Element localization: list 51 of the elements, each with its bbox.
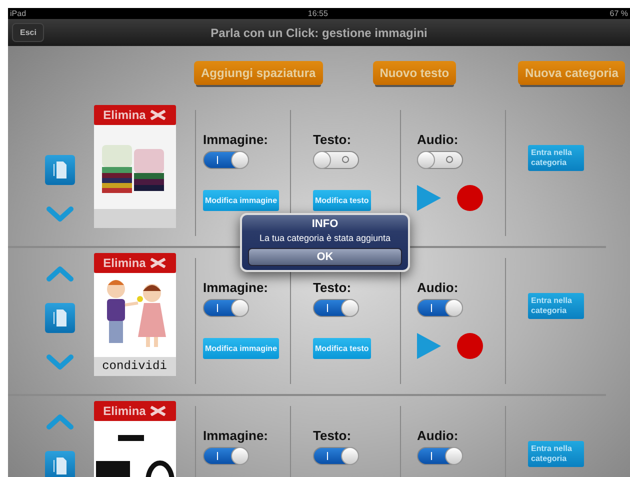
delete-button[interactable]: Elimina bbox=[94, 253, 176, 273]
image-label: Immagine: bbox=[203, 280, 270, 295]
battery-level: 67 % bbox=[610, 9, 628, 18]
audio-label: Audio: bbox=[417, 428, 460, 443]
record-icon[interactable] bbox=[457, 333, 483, 359]
audio-label: Audio: bbox=[417, 280, 460, 295]
delete-button[interactable]: Elimina bbox=[94, 401, 176, 421]
text-label: Testo: bbox=[313, 132, 352, 147]
toggle-switch[interactable] bbox=[203, 447, 249, 465]
copy-button[interactable] bbox=[45, 155, 75, 185]
dialog-message: La tua categoria è stata aggiunta bbox=[259, 233, 391, 243]
image-label: Immagine: bbox=[203, 428, 270, 443]
audio-label: Audio: bbox=[417, 132, 460, 147]
enter-category-button[interactable]: Entra nella categoria bbox=[528, 441, 584, 467]
toggle-switch[interactable] bbox=[203, 299, 249, 317]
toggle-switch[interactable] bbox=[313, 447, 359, 465]
copy-icon bbox=[53, 161, 67, 179]
edit-image-button[interactable]: Modifica immagine bbox=[203, 338, 280, 359]
image-caption: condividi bbox=[102, 358, 167, 375]
delete-button[interactable]: Elimina bbox=[94, 105, 176, 125]
clock: 16:55 bbox=[308, 9, 328, 18]
toggle-switch[interactable] bbox=[313, 299, 359, 317]
cross-icon bbox=[150, 406, 166, 416]
device-label: iPad bbox=[10, 9, 26, 18]
dialog-title: INFO bbox=[312, 218, 338, 230]
toggle-switch[interactable] bbox=[417, 447, 463, 465]
toolbar-button[interactable]: Nuova categoria bbox=[518, 61, 626, 85]
copy-button[interactable] bbox=[45, 451, 75, 477]
cross-icon bbox=[150, 110, 166, 120]
toggle-switch[interactable] bbox=[203, 151, 249, 169]
edit-image-button[interactable]: Modifica immagine bbox=[203, 190, 280, 211]
copy-icon bbox=[53, 309, 67, 327]
image-label: Immagine: bbox=[203, 132, 270, 147]
text-label: Testo: bbox=[313, 428, 352, 443]
copy-button[interactable] bbox=[45, 303, 75, 333]
enter-category-button[interactable]: Entra nella categoria bbox=[528, 293, 584, 319]
edit-text-button[interactable]: Modifica testo bbox=[313, 190, 371, 211]
cross-icon bbox=[150, 258, 166, 268]
toggle-switch[interactable] bbox=[313, 151, 359, 169]
toggle-switch[interactable] bbox=[417, 151, 463, 169]
edit-text-button[interactable]: Modifica testo bbox=[313, 338, 371, 359]
enter-category-button[interactable]: Entra nella categoria bbox=[528, 145, 584, 171]
ok-button[interactable]: OK bbox=[248, 248, 402, 266]
toolbar-button[interactable]: Aggiungi spaziatura bbox=[194, 61, 323, 85]
window-title: Parla con un Click: gestione immagini bbox=[210, 26, 428, 40]
back-button[interactable]: Esci bbox=[12, 23, 44, 42]
record-icon[interactable] bbox=[457, 185, 483, 211]
copy-icon bbox=[53, 457, 67, 475]
toolbar-button[interactable]: Nuovo testo bbox=[372, 61, 456, 85]
toggle-switch[interactable] bbox=[417, 299, 463, 317]
text-label: Testo: bbox=[313, 280, 352, 295]
